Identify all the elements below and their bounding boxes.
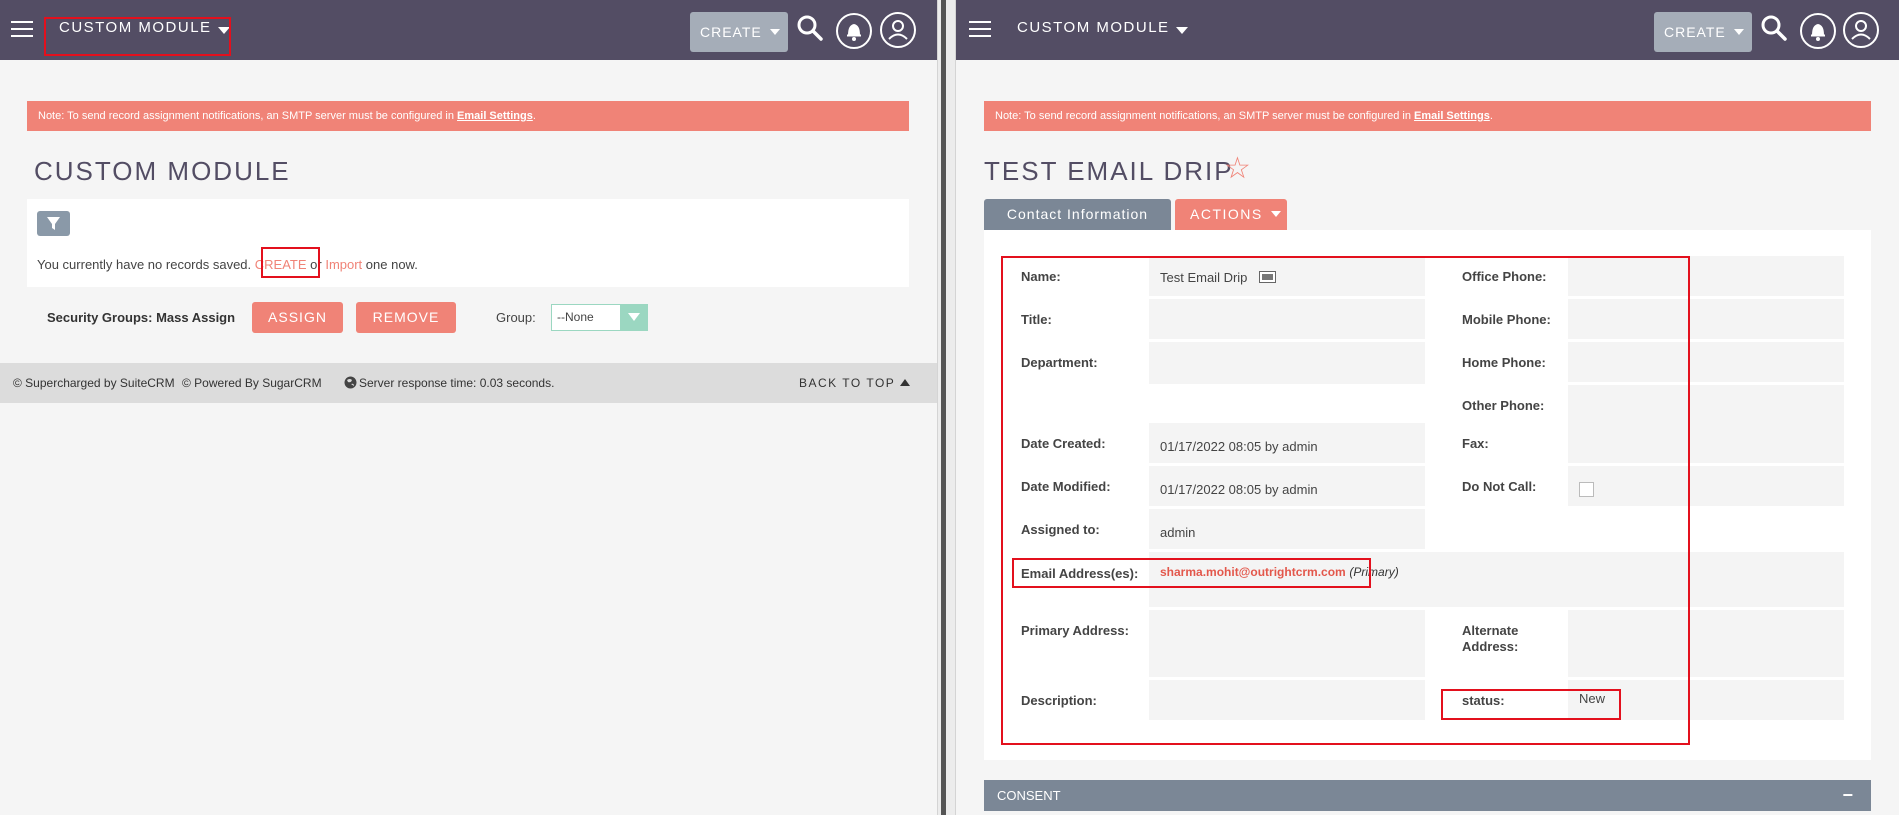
group-label: Group: [496,310,536,325]
module-menu-dropdown[interactable]: CUSTOM MODULE [59,19,230,36]
primary-email-tag: (Primary) [1349,565,1399,579]
email-address-link[interactable]: sharma.mohit@outrightcrm.com [1160,565,1346,579]
email-value: sharma.mohit@outrightcrm.com (Primary) [1149,552,1844,607]
security-groups-label: Security Groups: Mass Assign [47,310,236,325]
fax-value [1568,423,1844,463]
tab-contact-information[interactable]: Contact Information [984,199,1171,230]
filter-button[interactable] [37,211,70,236]
home-phone-value [1568,342,1844,382]
splitter-grip[interactable] [941,0,946,815]
name-label: Name: [1021,269,1061,284]
office-phone-label: Office Phone: [1462,269,1547,284]
user-profile-icon[interactable] [879,11,917,54]
page-footer: © Supercharged by SuiteCRM © Powered By … [0,363,937,403]
no-records-message: You currently have no records saved. CRE… [37,257,418,272]
group-select[interactable]: --None [551,304,648,331]
do-not-call-label: Do Not Call: [1462,479,1537,494]
globe-icon [344,376,357,389]
do-not-call-checkbox[interactable] [1579,482,1594,497]
primary-address-value [1149,610,1425,677]
module-menu-dropdown[interactable]: CUSTOM MODULE [1017,19,1188,36]
back-to-top-link[interactable]: BACK TO TOP [799,376,911,390]
chevron-up-icon [900,379,911,386]
email-settings-link[interactable]: Email Settings [1414,110,1490,122]
mobile-phone-value [1568,299,1844,339]
description-label: Description: [1021,693,1097,708]
page-title: CUSTOM MODULE [34,156,291,186]
assigned-to-value: admin [1149,509,1425,549]
date-modified-label: Date Modified: [1021,479,1111,494]
chevron-down-icon [769,29,780,35]
assigned-to-label: Assigned to: [1021,522,1100,537]
alternate-address-label: Alternate Address: [1462,623,1519,654]
create-button[interactable]: CREATE [1654,12,1752,52]
name-value: Test Email Drip [1149,256,1425,296]
remove-button[interactable]: REMOVE [356,302,456,333]
notifications-bell-icon[interactable] [835,12,873,55]
notifications-bell-icon[interactable] [1799,12,1837,55]
title-value [1149,299,1425,339]
user-profile-icon[interactable] [1842,11,1880,54]
server-response-time: Server response time: 0.03 seconds. [344,376,554,390]
record-title: TEST EMAIL DRIP [984,156,1234,186]
other-phone-label: Other Phone: [1462,398,1545,413]
search-icon[interactable] [1760,14,1788,47]
filter-icon [47,217,60,230]
email-settings-link[interactable]: Email Settings [457,110,533,122]
description-value [1149,680,1425,720]
favorite-star-icon[interactable]: ☆ [1224,154,1251,184]
vcard-icon[interactable] [1259,271,1277,283]
search-icon[interactable] [796,14,824,47]
left-pane: CUSTOM MODULE CREATE Note: To send recor… [0,0,937,815]
assign-button[interactable]: ASSIGN [252,302,343,333]
module-title-label: CUSTOM MODULE [1017,19,1170,36]
hamburger-menu-icon[interactable] [969,21,991,37]
primary-address-label: Primary Address: [1021,623,1129,638]
mobile-phone-label: Mobile Phone: [1462,312,1551,327]
sugarcrm-credit[interactable]: © Powered By SugarCRM [182,376,322,390]
record-detail-panel: Name: Title: Department: Date Created: D… [984,230,1871,760]
email-addresses-label: Email Address(es): [1021,566,1139,581]
top-navigation-bar: CUSTOM MODULE CREATE [956,0,1899,60]
create-button[interactable]: CREATE [690,12,788,52]
title-label: Title: [1021,312,1052,327]
alternate-address-value [1568,610,1844,677]
list-view-panel: You currently have no records saved. CRE… [27,199,909,287]
pane-splitter[interactable] [937,0,956,815]
chevron-down-icon [217,27,230,34]
suitecrm-credit[interactable]: © Supercharged by SuiteCRM [13,376,175,390]
right-pane: CUSTOM MODULE CREATE Note: To send recor… [956,0,1899,815]
security-groups-mass-assign: Security Groups: Mass Assign ASSIGN REMO… [0,302,937,334]
date-created-label: Date Created: [1021,436,1106,451]
home-phone-label: Home Phone: [1462,355,1546,370]
consent-panel-header[interactable]: CONSENT − [984,780,1871,811]
top-navigation-bar: CUSTOM MODULE CREATE [0,0,937,60]
chevron-down-icon [1733,29,1744,35]
date-modified-value: 01/17/2022 08:05 by admin [1149,466,1425,506]
office-phone-value [1568,256,1844,296]
collapse-minus-icon[interactable]: − [1842,780,1853,811]
department-label: Department: [1021,355,1098,370]
status-value: New [1568,680,1844,720]
status-label: status: [1462,693,1505,708]
create-record-link[interactable]: CREATE [255,257,307,272]
import-link[interactable]: Import [325,257,362,272]
do-not-call-value [1568,466,1844,506]
other-phone-value [1568,385,1844,425]
department-value [1149,342,1425,384]
smtp-notice-banner: Note: To send record assignment notifica… [27,101,909,131]
fax-label: Fax: [1462,436,1489,451]
chevron-down-icon [1175,27,1188,34]
chevron-down-icon [620,305,647,330]
smtp-notice-banner: Note: To send record assignment notifica… [984,101,1871,131]
module-title-label: CUSTOM MODULE [59,19,212,36]
chevron-down-icon [1270,211,1281,217]
actions-dropdown-button[interactable]: ACTIONS [1175,199,1287,230]
date-created-value: 01/17/2022 08:05 by admin [1149,423,1425,463]
hamburger-menu-icon[interactable] [11,21,33,37]
